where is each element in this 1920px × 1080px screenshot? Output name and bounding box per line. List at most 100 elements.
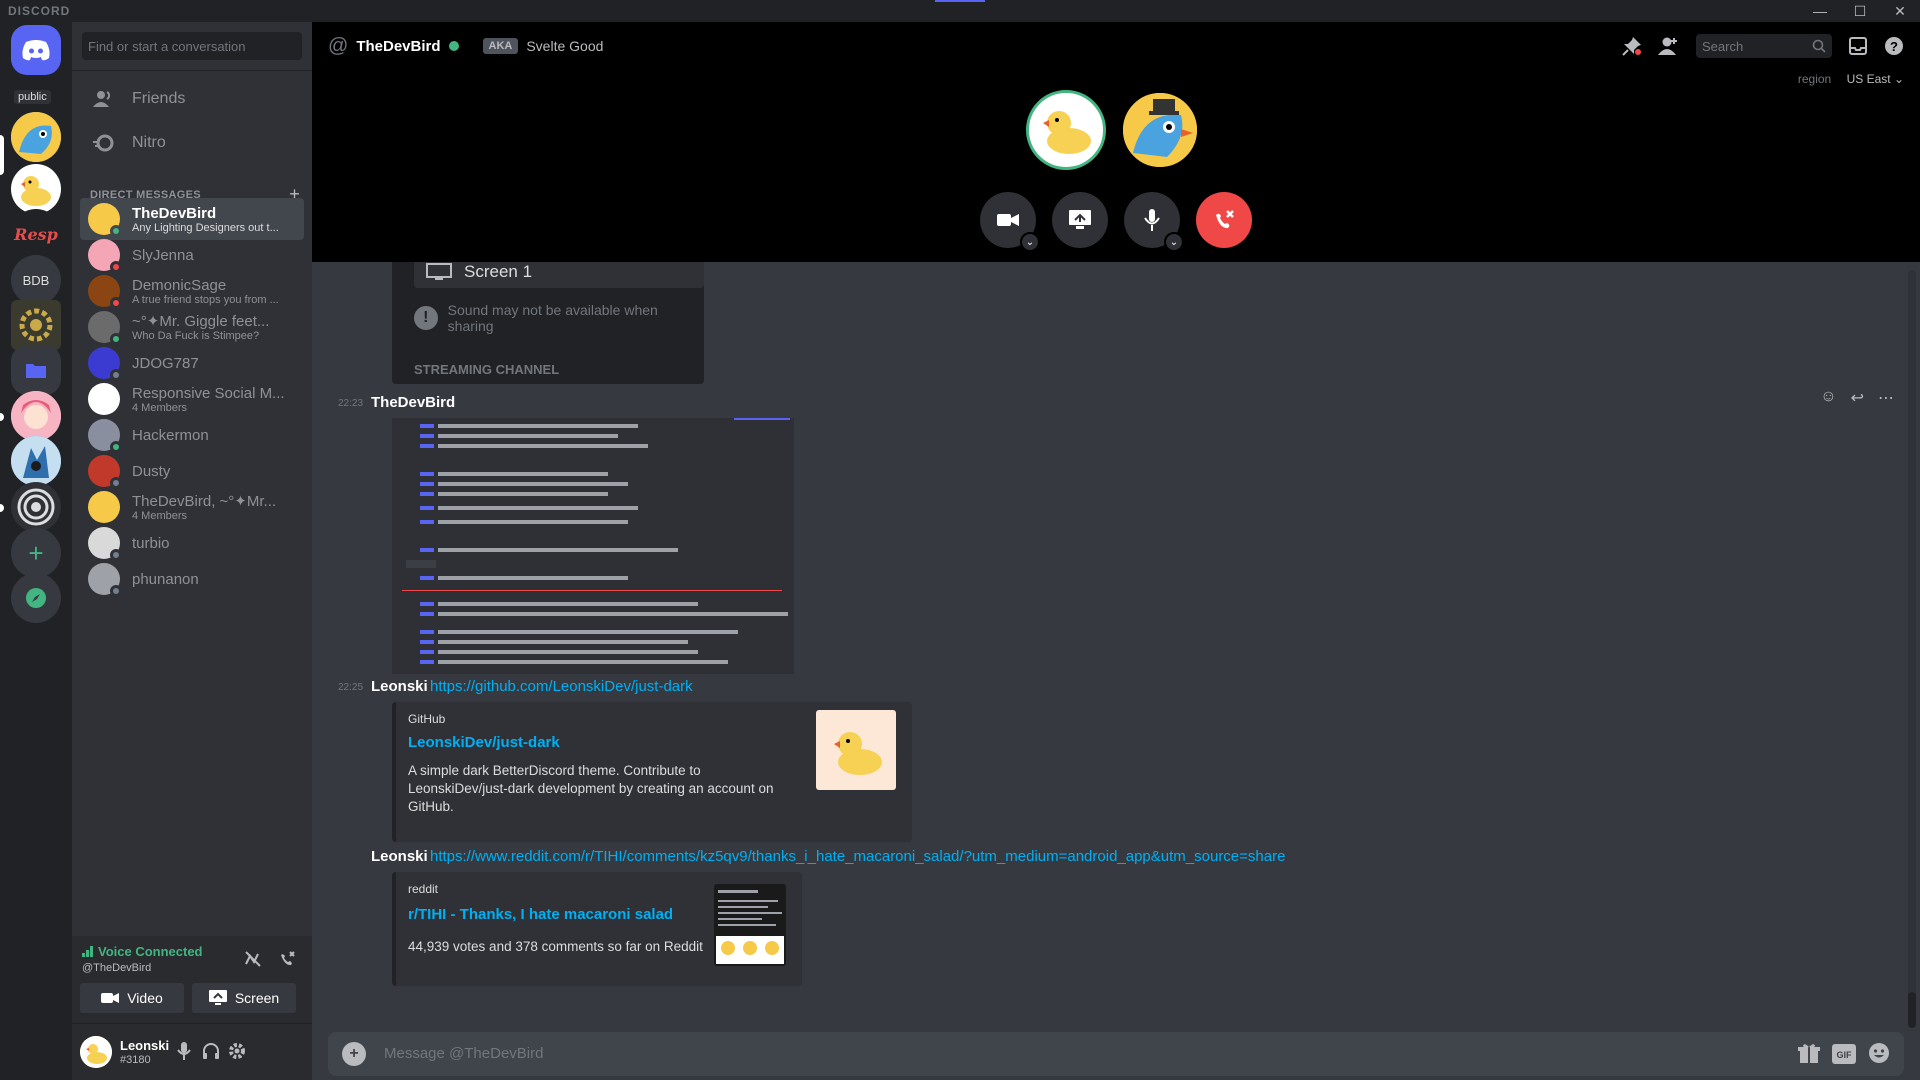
dm-name: TheDevBird xyxy=(132,204,217,222)
guild-bird[interactable] xyxy=(11,112,61,162)
nav-nitro[interactable]: Nitro xyxy=(80,122,304,164)
message-link[interactable]: https://www.reddit.com/r/TIHI/comments/k… xyxy=(430,848,1285,865)
message-input[interactable]: Message @TheDevBird xyxy=(384,1045,543,1062)
emoji-button[interactable] xyxy=(1868,1042,1890,1064)
compass-icon xyxy=(26,588,46,608)
embed-title[interactable]: LeonskiDev/just-dark xyxy=(408,734,560,751)
add-server-button[interactable]: + xyxy=(11,528,61,578)
close-button[interactable]: ✕ xyxy=(1880,0,1920,22)
gift-button[interactable] xyxy=(1798,1042,1820,1064)
dm-sidebar: Find or start a conversation Friends Nit… xyxy=(72,22,312,1080)
share-screen-button[interactable] xyxy=(1052,192,1108,248)
home-button[interactable] xyxy=(11,25,61,75)
user-avatar[interactable] xyxy=(80,1036,112,1068)
message-link[interactable]: https://github.com/LeonskiDev/just-dark xyxy=(430,678,693,695)
hang-up-button[interactable] xyxy=(1196,192,1252,248)
sound-warning: ! Sound may not be available when sharin… xyxy=(414,302,704,334)
log-screenshot-image xyxy=(392,418,794,674)
embed-thumbnail[interactable] xyxy=(816,710,896,790)
dm-name: TheDevBird, ~°✦Mr... xyxy=(132,493,277,510)
channel-header: @ TheDevBird AKA Svelte Good Search ? re xyxy=(312,22,1920,86)
dm-avatar xyxy=(88,491,120,523)
bdb-label: BDB xyxy=(22,272,50,288)
title-bar: DISCORD — ☐ ✕ xyxy=(0,0,1920,22)
meme-thumbnail-image xyxy=(716,890,784,964)
guild-duck[interactable] xyxy=(11,164,61,214)
bird-avatar-icon xyxy=(1123,93,1197,167)
reddit-embed: reddit r/TIHI - Thanks, I hate macaroni … xyxy=(392,872,802,986)
mic-options-button[interactable]: ⌄ xyxy=(1164,232,1184,252)
gif-button[interactable]: GIF xyxy=(1832,1044,1856,1064)
emoji-icon xyxy=(1869,1043,1889,1063)
camera-icon xyxy=(997,214,1019,226)
embed-description: 44,939 votes and 378 comments so far on … xyxy=(408,939,703,954)
disconnect-button[interactable] xyxy=(278,950,296,968)
find-conversation-input[interactable]: Find or start a conversation xyxy=(82,32,302,60)
message-author[interactable]: Leonski xyxy=(371,678,428,695)
screen-option-label: Screen 1 xyxy=(464,262,533,281)
mute-button[interactable] xyxy=(176,1042,192,1060)
noise-suppression-button[interactable] xyxy=(244,950,262,968)
guild-anime[interactable] xyxy=(11,391,61,441)
camera-options-button[interactable]: ⌄ xyxy=(1020,232,1040,252)
message-author[interactable]: Leonski xyxy=(371,848,428,865)
microphone-button[interactable]: ⌄ xyxy=(1124,192,1184,252)
nav-friends[interactable]: Friends xyxy=(80,78,304,120)
spiral-icon xyxy=(17,488,55,526)
video-button[interactable]: Video xyxy=(80,983,184,1013)
dm-title: TheDevBird xyxy=(356,37,441,55)
inbox-button[interactable] xyxy=(1848,37,1868,55)
scrollbar-track[interactable] xyxy=(1908,270,1916,1010)
nitro-icon xyxy=(88,127,120,159)
dm-avatar xyxy=(88,275,122,309)
guild-bdb[interactable]: BDB xyxy=(11,255,61,305)
voice-status-label: Voice Connected xyxy=(98,944,203,959)
gear-logo-icon xyxy=(19,308,53,342)
resp-logo: Resp xyxy=(14,224,58,244)
online-status-dot xyxy=(448,41,459,51)
svg-text:GIF: GIF xyxy=(1837,1050,1853,1060)
camera-button[interactable]: ⌄ xyxy=(980,192,1040,252)
help-button[interactable]: ? xyxy=(1884,36,1904,56)
minimize-button[interactable]: — xyxy=(1800,0,1840,22)
embed-provider: reddit xyxy=(408,882,439,896)
nav-friends-label: Friends xyxy=(132,90,186,107)
upload-button[interactable]: + xyxy=(342,1042,366,1066)
more-button[interactable]: ⋯ xyxy=(1878,388,1894,408)
guild-gear[interactable] xyxy=(11,300,61,350)
embed-thumbnail[interactable] xyxy=(714,884,786,966)
maximize-button[interactable]: ☐ xyxy=(1840,0,1880,22)
reply-button[interactable]: ↩ xyxy=(1851,388,1864,408)
screen-option[interactable]: Screen 1 xyxy=(414,262,704,288)
screen-share-button[interactable]: Screen xyxy=(192,983,296,1013)
monitor-icon xyxy=(426,263,452,280)
guild-spiral[interactable] xyxy=(11,482,61,532)
main-area: @ TheDevBird AKA Svelte Good Search ? re xyxy=(312,22,1920,1080)
message-author[interactable]: TheDevBird xyxy=(371,394,455,411)
explore-servers-button[interactable] xyxy=(11,573,61,623)
guild-lucario[interactable] xyxy=(11,436,61,486)
deafen-button[interactable] xyxy=(202,1042,220,1060)
guild-folder[interactable] xyxy=(11,345,61,395)
friends-icon xyxy=(88,83,120,115)
update-indicator xyxy=(935,0,985,2)
settings-button[interactable] xyxy=(228,1042,246,1060)
dm-subtext: 4 Members xyxy=(132,510,188,522)
add-reaction-button[interactable]: ☺ xyxy=(1820,388,1836,408)
dm-item[interactable]: phunanon xyxy=(80,558,304,600)
discord-logo-icon xyxy=(22,40,50,61)
embed-title[interactable]: r/TIHI - Thanks, I hate macaroni salad xyxy=(408,906,673,923)
message-image-attachment[interactable] xyxy=(392,418,794,674)
nav-nitro-label: Nitro xyxy=(132,134,166,151)
header-search-input[interactable]: Search xyxy=(1696,34,1832,58)
dm-avatar xyxy=(88,347,122,381)
pinned-messages-button[interactable] xyxy=(1622,36,1642,56)
anime-avatar-icon xyxy=(11,391,61,441)
screen-label: Screen xyxy=(234,990,280,1006)
dm-subtext: Who Da Fuck is Stimpee? xyxy=(132,330,260,342)
region-selector[interactable]: region US East ⌄ xyxy=(1798,72,1904,86)
message-composer: + Message @TheDevBird GIF xyxy=(328,1032,1904,1076)
add-friend-button[interactable] xyxy=(1658,36,1680,56)
scrollbar-thumb[interactable] xyxy=(1908,992,1916,1028)
guild-resp[interactable]: Resp xyxy=(11,209,61,259)
